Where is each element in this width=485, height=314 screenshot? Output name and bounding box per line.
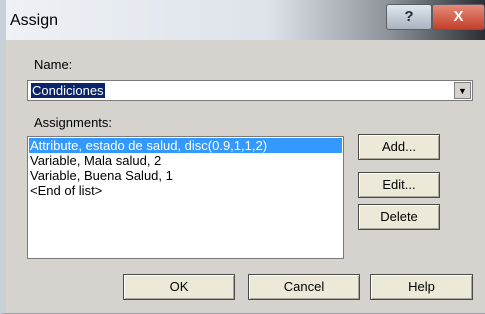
close-button[interactable]: X	[432, 4, 485, 30]
help-button[interactable]: Help	[370, 274, 473, 300]
question-icon: ?	[404, 8, 414, 25]
title-bar[interactable]: Assign ? X	[6, 0, 485, 40]
ok-button[interactable]: OK	[123, 274, 235, 300]
window-title: Assign	[10, 12, 59, 29]
delete-button[interactable]: Delete	[358, 204, 440, 230]
add-button[interactable]: Add...	[358, 134, 440, 160]
name-value[interactable]: Condiciones	[31, 83, 105, 98]
cancel-button[interactable]: Cancel	[248, 274, 360, 300]
list-item[interactable]: Variable, Buena Salud, 1	[30, 168, 173, 183]
list-item[interactable]: Attribute, estado de salud, disc(0.9,1,1…	[29, 138, 342, 153]
list-item[interactable]: Variable, Mala salud, 2	[30, 153, 161, 168]
edit-button[interactable]: Edit...	[358, 172, 440, 198]
close-icon: X	[453, 8, 464, 25]
assignments-label: Assignments:	[34, 115, 113, 130]
list-item[interactable]: <End of list>	[30, 183, 102, 198]
name-label: Name:	[34, 57, 73, 72]
chevron-down-icon[interactable]: ▼	[454, 82, 471, 99]
help-title-button[interactable]: ?	[386, 4, 432, 30]
assignments-list[interactable]: Attribute, estado de salud, disc(0.9,1,1…	[27, 136, 344, 259]
name-combobox[interactable]: Condiciones ▼	[27, 80, 473, 101]
